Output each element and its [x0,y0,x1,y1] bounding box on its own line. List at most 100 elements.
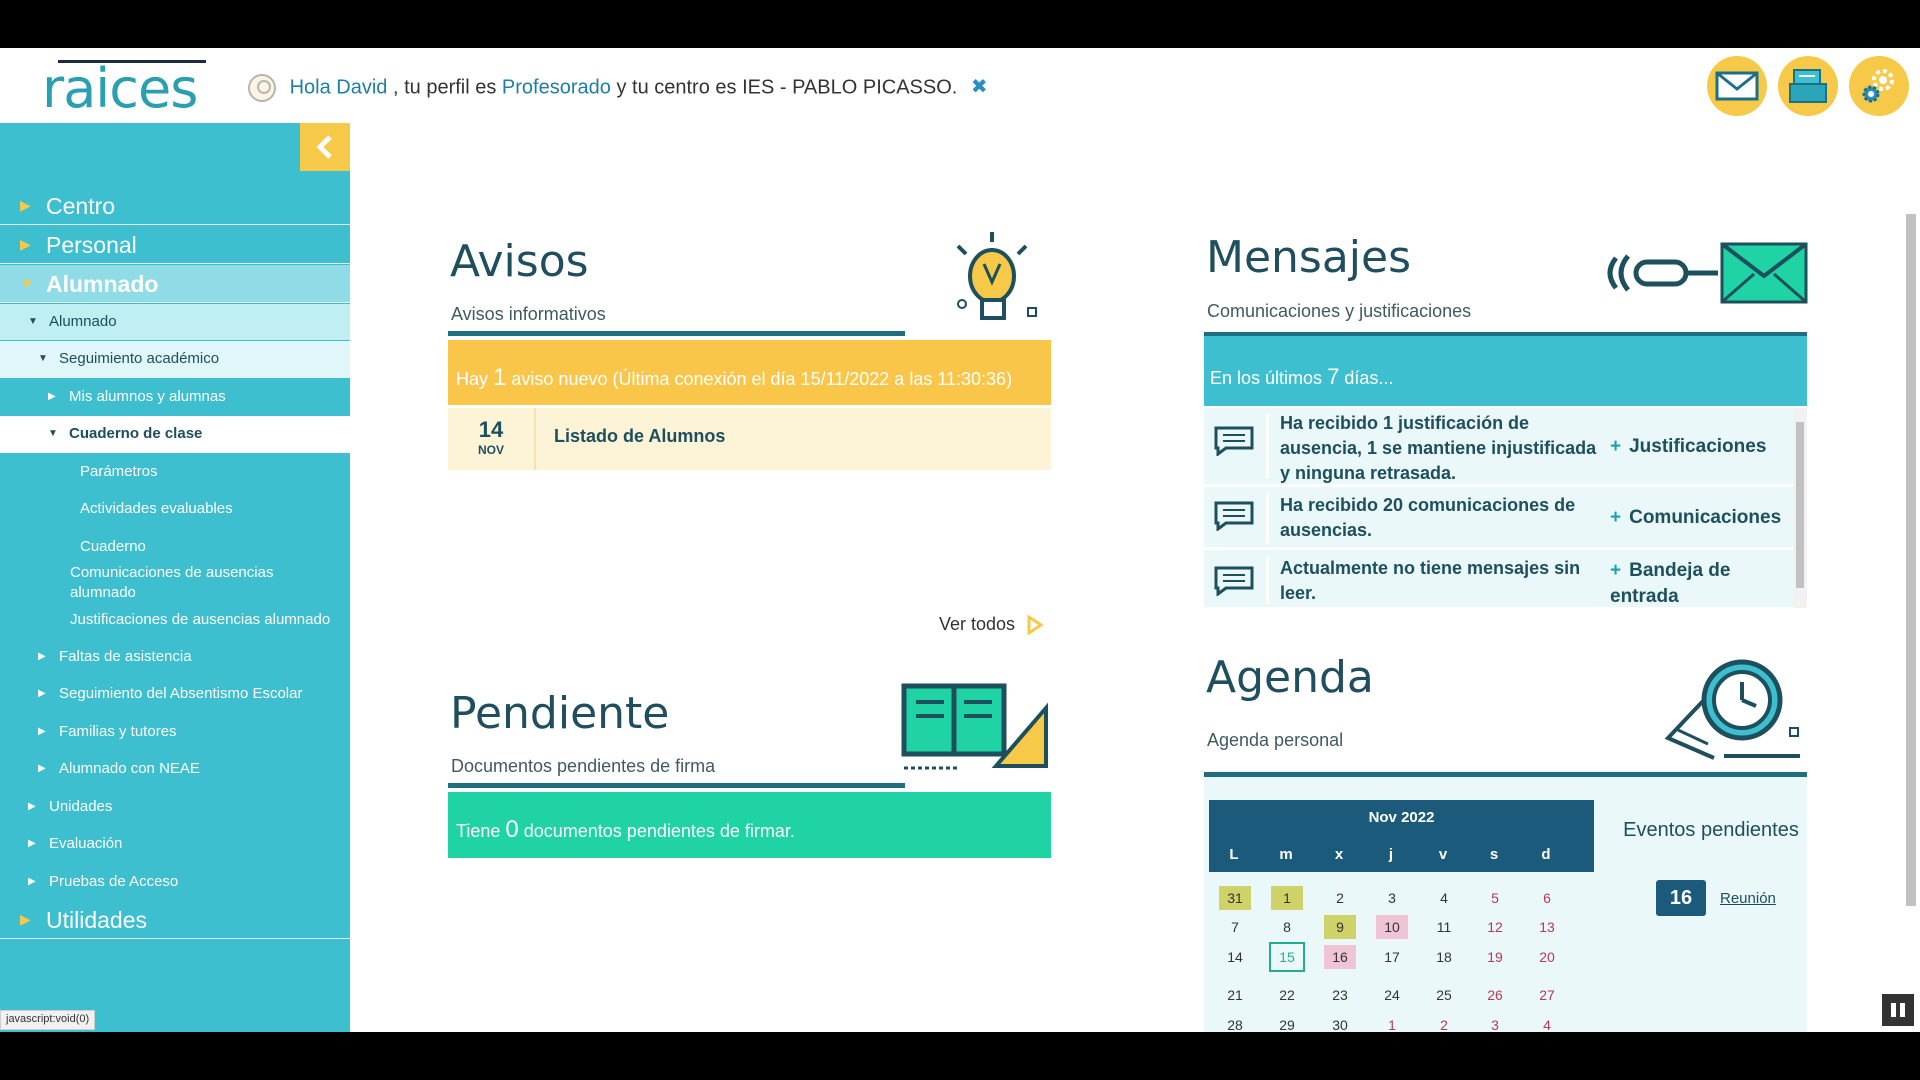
calendar-day[interactable]: 27 [1531,983,1563,1007]
sidebar-item-absentismo[interactable]: ▶ Seguimiento del Absentismo Escolar [0,676,350,713]
comunicaciones-link[interactable]: + Comunicaciones [1610,505,1781,531]
sidebar-item-cuaderno-clase[interactable]: ▼ Cuaderno de clase [0,416,350,453]
calendar-day[interactable]: 2 [1324,886,1356,910]
calendar-day[interactable]: 4 [1531,1013,1563,1032]
triangle-right-icon: ▶ [38,688,46,699]
mensajes-scrollbar[interactable] [1793,408,1807,608]
calendar: Nov 2022 L m x j v s d 31 1 2 3 4 5 6 7 8 9 10 11 12… [1209,800,1594,1032]
sidebar-item-justificaciones[interactable]: Justificaciones de ausencias alumnado [70,611,350,628]
sidebar-item-label: Centro [46,193,116,219]
event-link[interactable]: Reunión [1720,890,1776,907]
calendar-day[interactable]: 16 [1324,945,1356,969]
calendar-day[interactable]: 13 [1531,915,1563,939]
settings-button[interactable] [1849,56,1909,116]
avisos-title: Avisos [450,236,589,287]
calendar-day[interactable]: 11 [1428,915,1460,939]
calendar-day[interactable]: 8 [1271,915,1303,939]
calendar-day[interactable]: 23 [1324,983,1356,1007]
calendar-day[interactable]: 15 [1269,942,1305,972]
calendar-day[interactable]: 9 [1324,915,1356,939]
envelope-icon [1607,242,1808,304]
sidebar-item-neae[interactable]: ▶ Alumnado con NEAE [0,751,350,788]
sidebar-item-unidades[interactable]: ▶ Unidades [0,789,350,826]
mensajes-count: 7 [1327,364,1340,389]
sidebar-item-comunicaciones[interactable]: Comunicaciones de ausencias alumnado [70,563,330,603]
sidebar-item-label: Faltas de asistencia [59,648,192,665]
sidebar-item-label: Pruebas de Acceso [49,873,179,890]
sidebar-item-alumnado-sub[interactable]: ▼ Alumnado [0,304,350,340]
aviso-title[interactable]: Listado de Alumnos [554,426,725,447]
calendar-day[interactable]: 14 [1219,945,1251,969]
collapse-sidebar-button[interactable] [300,123,350,171]
scroll-thumb[interactable] [1906,214,1916,906]
weekday-label: L [1229,846,1239,863]
calendar-day[interactable]: 1 [1376,1013,1408,1032]
sidebar-item-label: Actividades evaluables [80,500,233,517]
header: raices Hola David , tu perfil es Profeso… [0,48,1920,123]
sidebar-item-familias[interactable]: ▶ Familias y tutores [0,714,350,751]
mensajes-banner-post: días... [1344,368,1394,388]
calendar-day[interactable]: 31 [1219,886,1251,910]
calendar-day[interactable]: 5 [1479,886,1511,910]
sidebar-item-cuaderno[interactable]: Cuaderno [0,529,350,566]
calendar-day[interactable]: 20 [1531,945,1563,969]
calendar-day[interactable]: 22 [1271,983,1303,1007]
calendar-day[interactable]: 3 [1479,1013,1511,1032]
calendar-day[interactable]: 21 [1219,983,1251,1007]
sidebar-item-actividades[interactable]: Actividades evaluables [0,491,350,528]
calendar-day[interactable]: 30 [1324,1013,1356,1032]
calendar-day[interactable]: 1 [1271,886,1303,910]
calendar-day[interactable]: 6 [1531,886,1563,910]
logo[interactable]: raices [42,62,198,116]
calendar-day[interactable]: 29 [1271,1013,1303,1032]
sidebar-item-mis-alumnos[interactable]: ▶ Mis alumnos y alumnas [0,379,350,416]
sidebar-item-label: Parámetros [80,463,158,480]
sidebar-item-alumnado[interactable]: ▼ Alumnado [0,265,350,303]
calendar-day[interactable]: 10 [1376,915,1408,939]
list-item: Ha recibido 20 comunicaciones de ausenci… [1204,487,1794,550]
pause-button[interactable] [1882,994,1914,1026]
avisos-banner-pre: Hay [456,369,489,389]
calendar-day[interactable]: 3 [1376,886,1408,910]
sidebar-item-personal[interactable]: ▶ Personal [0,226,350,264]
justificaciones-link[interactable]: + Justificaciones [1610,434,1766,460]
pendiente-title: Pendiente [450,688,670,739]
divider [1266,556,1269,604]
sidebar-item-label: Personal [46,232,137,258]
sidebar-item-evaluacion[interactable]: ▶ Evaluación [0,826,350,863]
calendar-day[interactable]: 2 [1428,1013,1460,1032]
calendar-day[interactable]: 4 [1428,886,1460,910]
triangle-right-icon: ▶ [20,236,31,252]
calendar-day[interactable]: 17 [1376,945,1408,969]
pendiente-banner-pre: Tiene [456,821,501,841]
sidebar-item-faltas[interactable]: ▶ Faltas de asistencia [0,639,350,676]
calendar-day[interactable]: 12 [1479,915,1511,939]
ver-todos-label: Ver todos [939,614,1016,634]
calendar-day[interactable]: 26 [1479,983,1511,1007]
sidebar-item-seguimiento[interactable]: ▼ Seguimiento académico [0,341,350,378]
avisos-banner: Hay 1 aviso nuevo (Última conexión el dí… [448,340,1051,405]
bandeja-link[interactable]: + Bandeja de entrada [1610,558,1780,608]
mail-button[interactable] [1707,56,1767,116]
scroll-thumb[interactable] [1796,422,1804,588]
sidebar-item-utilidades[interactable]: ▶ Utilidades [0,901,350,939]
calendar-day[interactable]: 28 [1219,1013,1251,1032]
documents-button[interactable] [1778,56,1838,116]
pendiente-subtitle: Documentos pendientes de firma [451,756,716,776]
calendar-day[interactable]: 24 [1376,983,1408,1007]
calendar-day[interactable]: 7 [1219,915,1251,939]
sidebar-item-pruebas[interactable]: ▶ Pruebas de Acceso [0,864,350,901]
sidebar-item-parametros[interactable]: Parámetros [0,454,350,491]
calendar-day[interactable]: 19 [1479,945,1511,969]
weekday-label: s [1489,846,1499,863]
calendar-day[interactable]: 18 [1428,945,1460,969]
ver-todos-link[interactable]: Ver todos [939,614,1044,637]
calendar-day[interactable]: 25 [1428,983,1460,1007]
sidebar-item-centro[interactable]: ▶ Centro [0,187,350,225]
calendar-month[interactable]: Nov 2022 [1209,809,1594,826]
aviso-item[interactable]: 14 NOV Listado de Alumnos [448,408,1051,470]
chevron-left-icon [316,135,332,159]
change-profile-icon[interactable]: ✖ [971,76,988,98]
page-scrollbar[interactable] [1902,200,1920,1032]
sidebar-item-label: Familias y tutores [59,723,177,740]
